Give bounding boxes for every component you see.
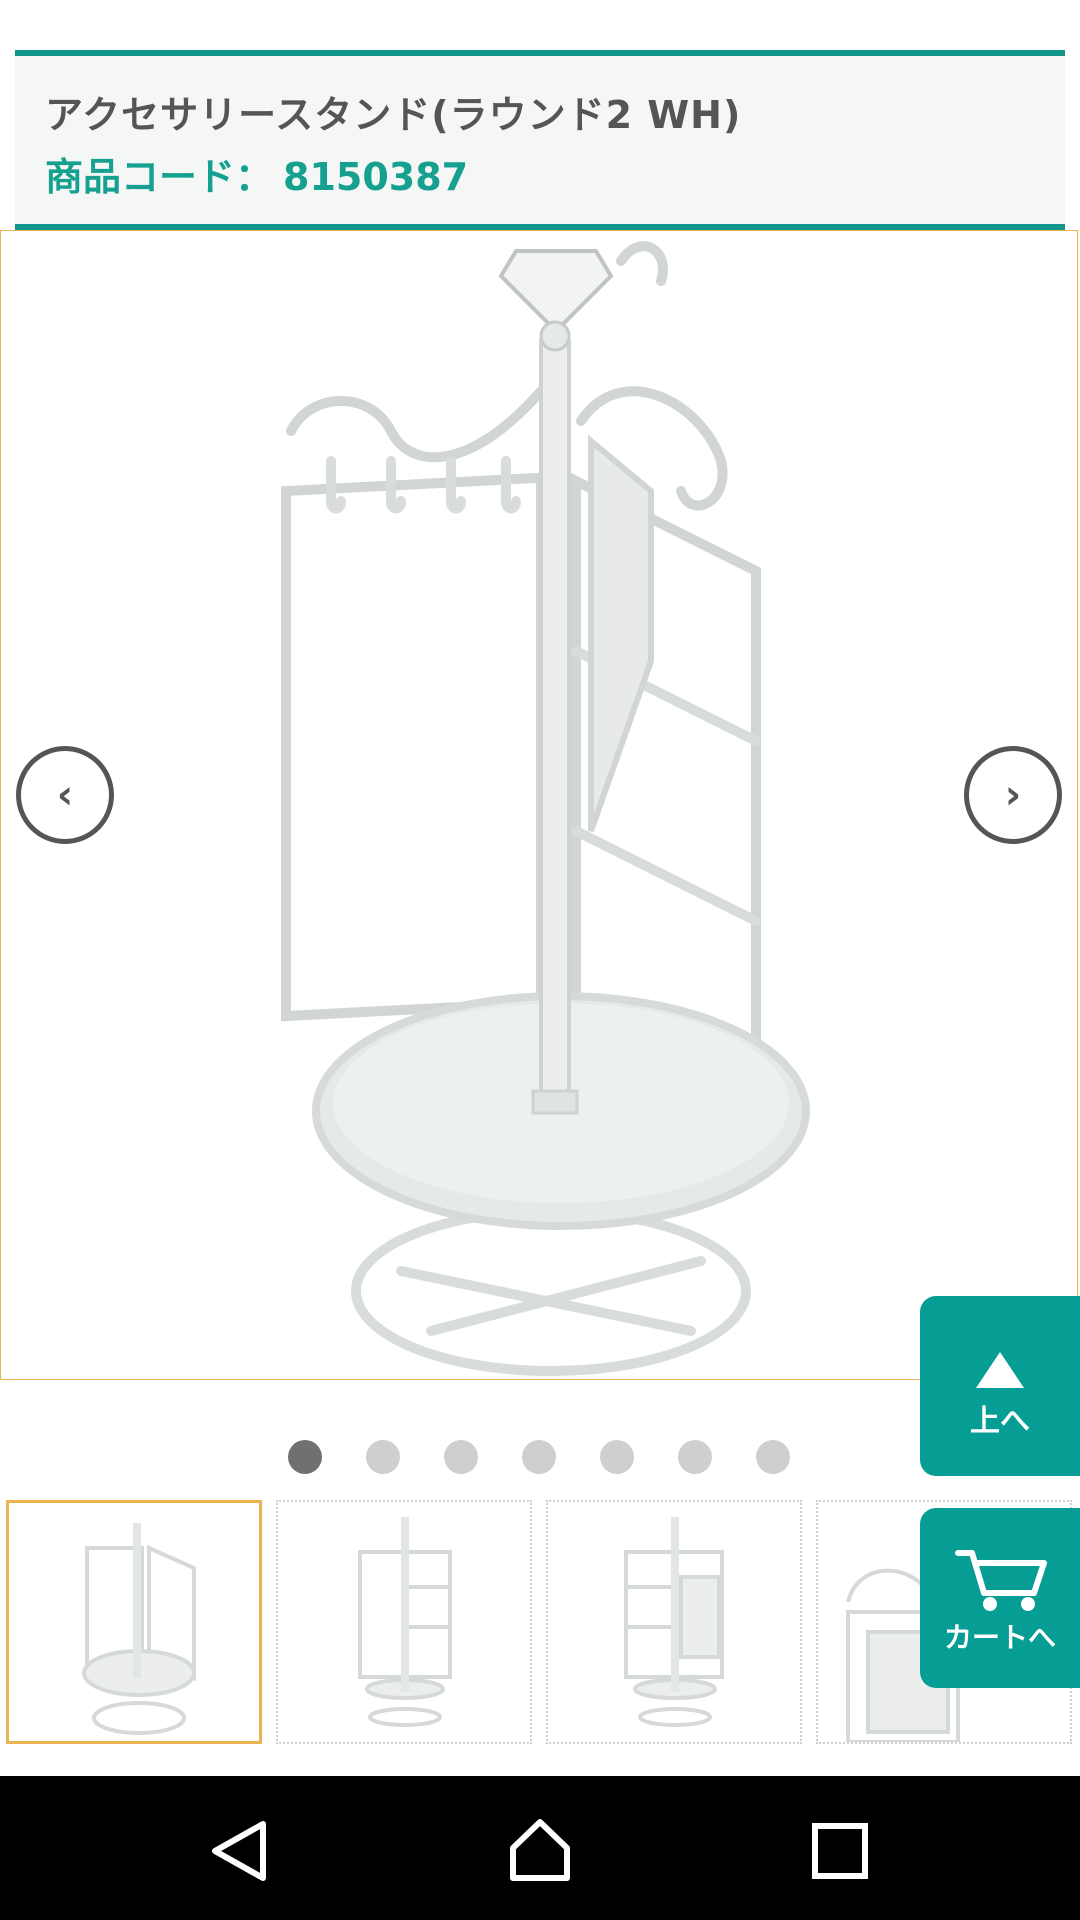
cart-icon <box>955 1550 1047 1611</box>
thumbnail-2[interactable] <box>276 1500 532 1744</box>
thumbnail-image <box>624 1517 724 1727</box>
product-code-label: 商品コード： <box>45 155 274 199</box>
gallery-next-button[interactable]: › <box>964 746 1062 844</box>
scroll-to-top-button[interactable]: 上へ <box>920 1296 1080 1476</box>
thumbnail-1[interactable] <box>6 1500 262 1744</box>
product-code-value: 8150387 <box>283 155 469 199</box>
gallery-dot-7[interactable] <box>756 1440 790 1474</box>
gallery-prev-button[interactable]: ‹ <box>16 746 114 844</box>
gallery-dot-1[interactable] <box>288 1440 322 1474</box>
main-product-image[interactable]: ‹ › <box>0 230 1078 1380</box>
back-icon[interactable] <box>205 1816 275 1886</box>
gallery-dot-2[interactable] <box>366 1440 400 1474</box>
go-to-cart-button[interactable]: カートへ <box>920 1508 1080 1688</box>
scroll-to-top-label: 上へ <box>970 1404 1030 1439</box>
triangle-up-icon <box>976 1352 1024 1388</box>
product-header: アクセサリースタンド(ラウンド2 WH) 商品コード： 8150387 <box>15 50 1065 230</box>
gallery-dot-5[interactable] <box>600 1440 634 1474</box>
chevron-left-icon: ‹ <box>56 772 74 818</box>
thumbnail-3[interactable] <box>546 1500 802 1744</box>
system-navigation-bar <box>0 1776 1080 1920</box>
recent-apps-icon[interactable] <box>805 1816 875 1886</box>
thumbnail-strip <box>0 1500 1080 1748</box>
chevron-right-icon: › <box>1004 772 1022 818</box>
product-code: 商品コード： 8150387 <box>45 146 468 201</box>
gallery-dot-4[interactable] <box>522 1440 556 1474</box>
thumbnail-image <box>358 1517 452 1727</box>
go-to-cart-label: カートへ <box>943 1621 1056 1654</box>
gallery-dot-6[interactable] <box>678 1440 712 1474</box>
home-icon[interactable] <box>505 1816 575 1886</box>
accessory-stand-illustration <box>281 241 810 1376</box>
gallery-pagination <box>0 1440 1080 1474</box>
thumbnail-image <box>82 1523 196 1735</box>
product-name: アクセサリースタンド(ラウンド2 WH) <box>45 93 742 137</box>
gallery-dot-3[interactable] <box>444 1440 478 1474</box>
